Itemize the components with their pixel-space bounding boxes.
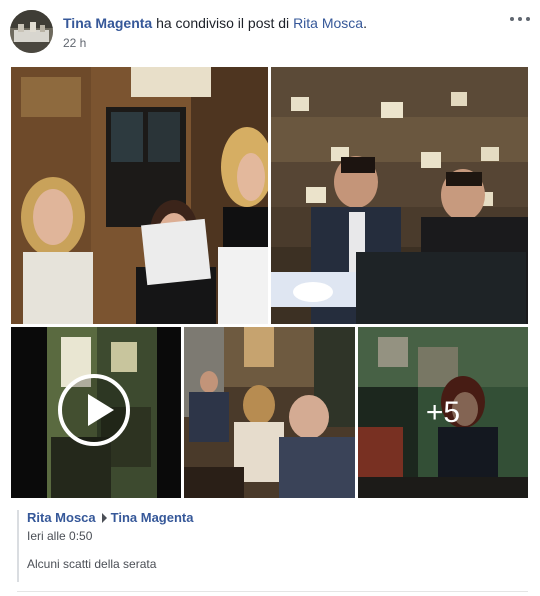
shared-post: Rita Mosca Tina Magenta Ieri alle 0:50 Al… [17,510,528,582]
author-name-link[interactable]: Tina Magenta [63,15,152,31]
more-options-button[interactable] [510,12,530,26]
photo-women-reading[interactable] [11,67,268,324]
post-timestamp[interactable]: 22 h [63,36,86,50]
play-icon [88,394,114,426]
more-horizontal-icon [510,17,514,21]
post-header: Tina Magenta ha condiviso il post di Rit… [10,10,530,54]
photo-audience[interactable] [184,327,355,498]
photo-green-room[interactable]: +5 [358,327,528,498]
divider [17,591,528,592]
more-photos-overlay[interactable]: +5 [358,327,528,498]
photo-grid: +5 [11,67,528,498]
photo-men-laptop[interactable] [271,67,528,324]
play-button[interactable] [58,374,130,446]
shared-post-time[interactable]: Ieri alle 0:50 [27,529,528,543]
header-suffix: . [363,15,367,31]
video-room[interactable] [11,327,181,498]
shared-post-header: Rita Mosca Tina Magenta [27,510,528,526]
shared-from-link[interactable]: Rita Mosca [293,15,363,31]
header-line: Tina Magenta ha condiviso il post di Rit… [63,14,367,32]
avatar[interactable] [10,10,53,53]
shared-target-link[interactable]: Tina Magenta [111,510,194,525]
action-text: ha condiviso il post di [156,15,290,31]
more-photos-count: +5 [425,395,461,429]
shared-author-link[interactable]: Rita Mosca [27,510,96,525]
triangle-right-icon [101,513,107,524]
shared-post-caption: Alcuni scatti della serata [27,557,157,571]
